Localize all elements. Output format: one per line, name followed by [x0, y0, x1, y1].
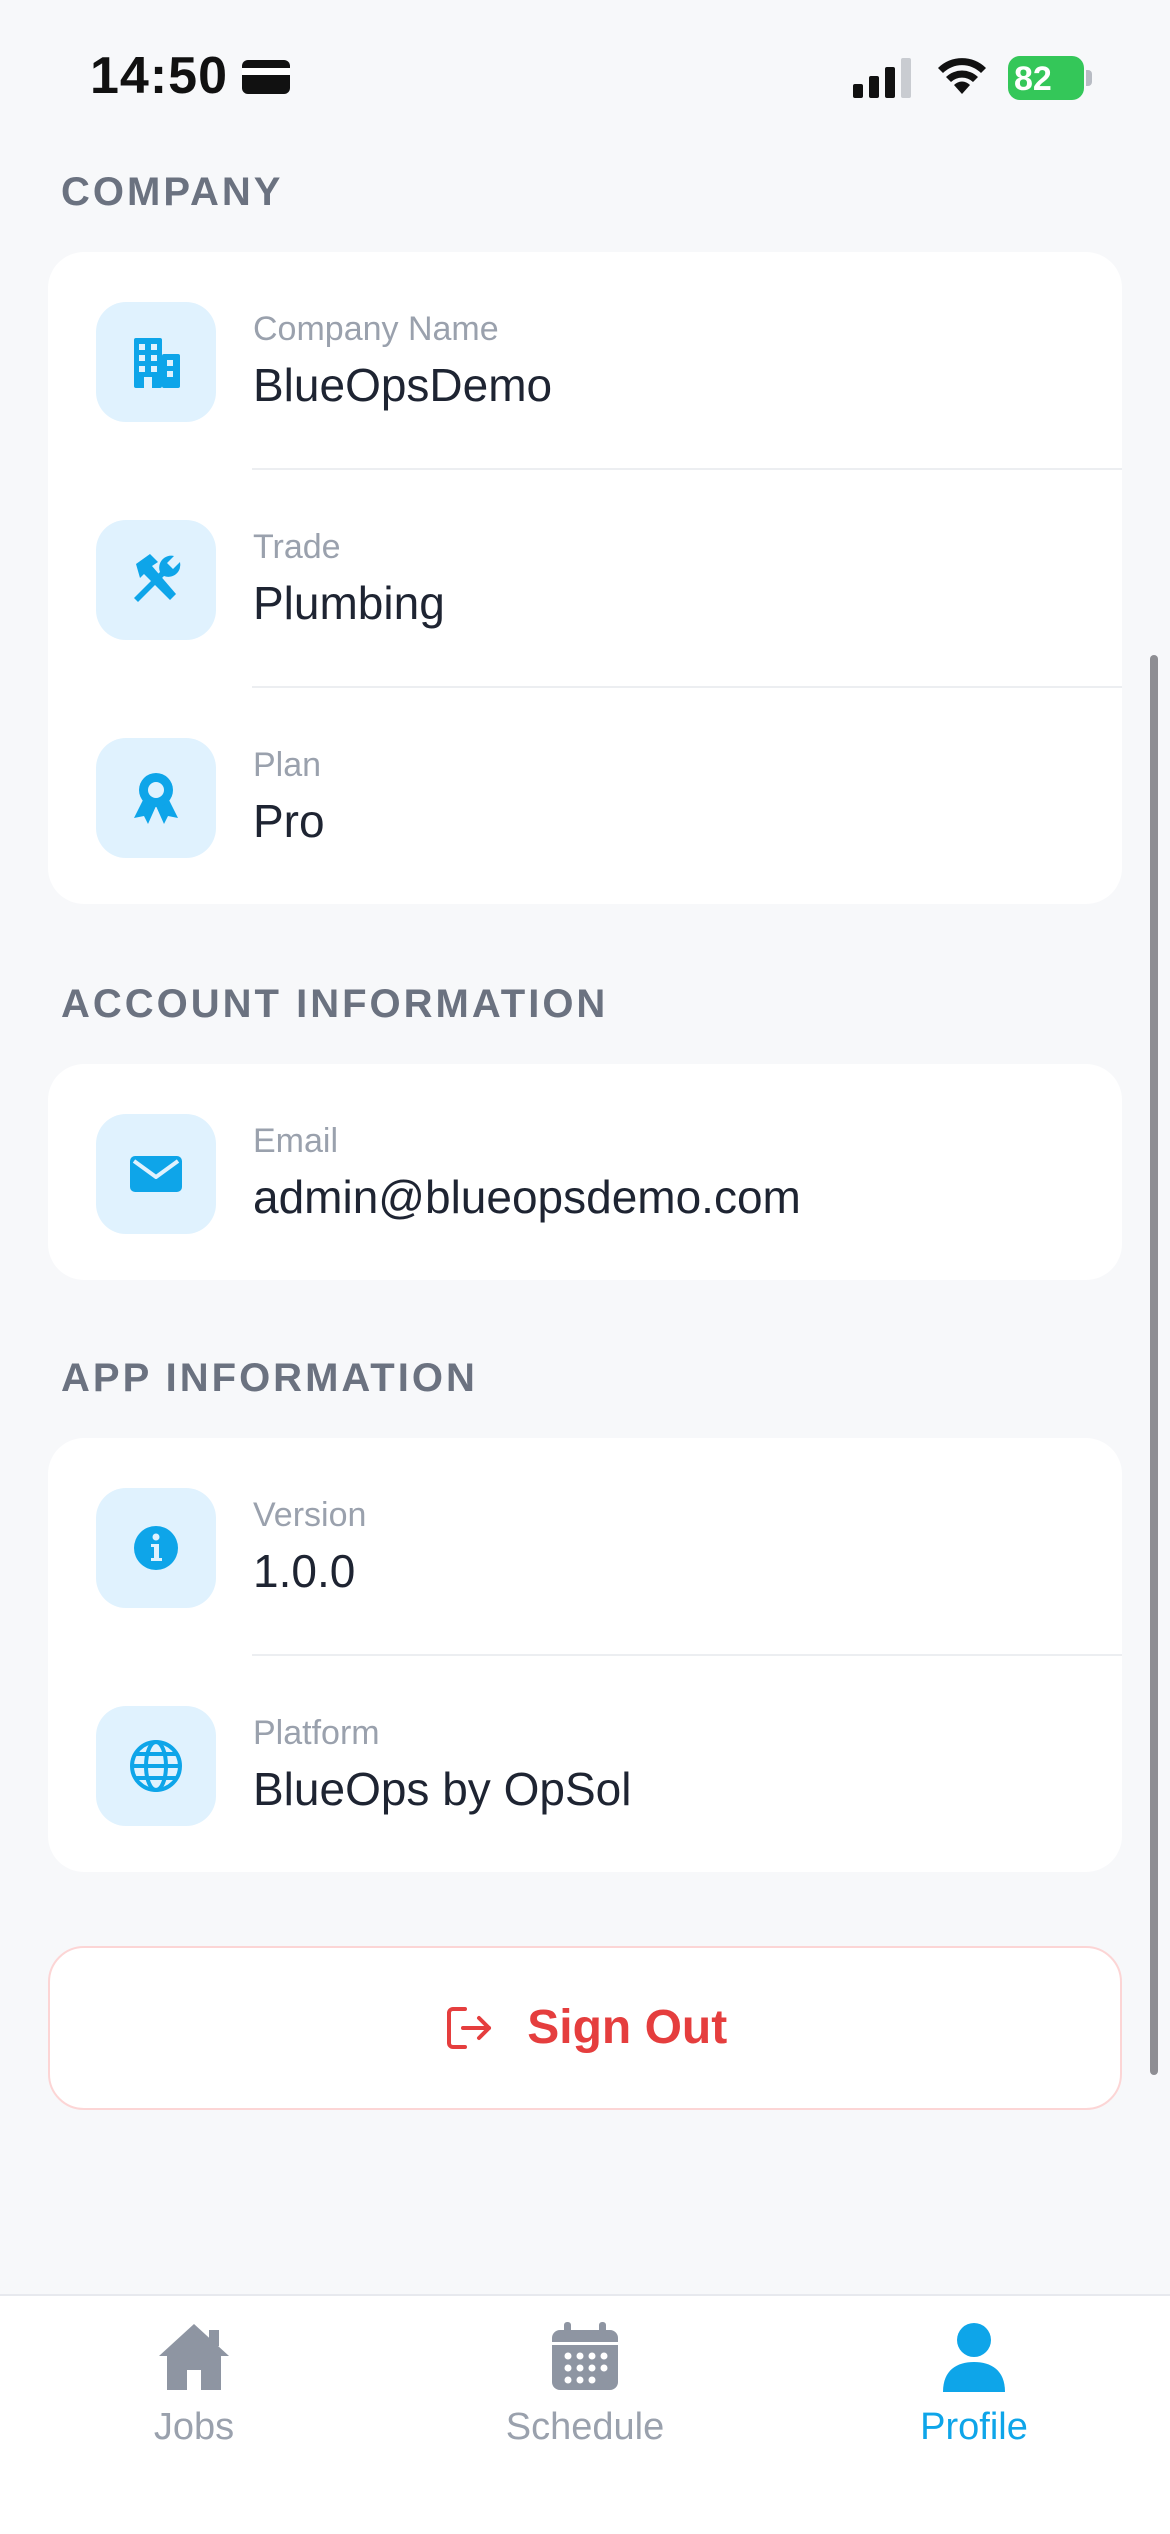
row-label: Company Name	[253, 310, 499, 348]
battery-icon: 82	[1008, 56, 1092, 100]
tools-icon	[96, 520, 216, 640]
row-label: Plan	[253, 746, 322, 784]
sign-out-label: Sign Out	[527, 2001, 728, 2054]
platform-row: Platform BlueOps by OpSol	[48, 1656, 1122, 1874]
row-value: admin@blueopsdemo.com	[253, 1171, 801, 1223]
section-title-company: COMPANY	[61, 170, 284, 214]
cellular-signal-icon	[853, 58, 911, 98]
status-time: 14:50	[90, 47, 228, 105]
section-title-account: ACCOUNT INFORMATION	[61, 982, 609, 1026]
version-row: Version 1.0.0	[48, 1438, 1122, 1656]
scrollbar[interactable]	[1150, 655, 1158, 2075]
row-value: 1.0.0	[253, 1545, 356, 1597]
company-card: Company Name BlueOpsDemo Trade Plumbing	[48, 252, 1122, 904]
app-card: Version 1.0.0 Platform BlueOps by OpSol	[48, 1438, 1122, 1872]
row-label: Trade	[253, 528, 341, 566]
logout-icon	[446, 2006, 491, 2049]
wallet-card-icon	[242, 60, 290, 94]
calendar-icon	[552, 2322, 618, 2390]
section-title-app: APP INFORMATION	[61, 1356, 478, 1400]
row-label: Email	[253, 1122, 339, 1160]
sign-out-button[interactable]: Sign Out	[48, 1946, 1122, 2110]
tab-label: Jobs	[153, 2406, 235, 2448]
status-bar: 14:50 82	[0, 0, 1170, 150]
battery-level: 82	[1014, 60, 1052, 98]
mail-icon	[96, 1114, 216, 1234]
email-row: Email admin@blueopsdemo.com	[48, 1064, 1122, 1282]
row-value: Pro	[253, 795, 325, 847]
row-label: Version	[253, 1496, 367, 1534]
person-icon	[943, 2323, 1005, 2392]
tab-jobs[interactable]: Jobs	[74, 2320, 314, 2470]
info-icon	[96, 1488, 216, 1608]
tab-label: Profile	[920, 2406, 1028, 2448]
building-icon	[96, 302, 216, 422]
tab-schedule[interactable]: Schedule	[465, 2320, 705, 2470]
home-icon	[159, 2324, 229, 2390]
row-value: BlueOps by OpSol	[253, 1763, 632, 1815]
company-name-row: Company Name BlueOpsDemo	[48, 252, 1122, 470]
account-card: Email admin@blueopsdemo.com	[48, 1064, 1122, 1280]
wifi-icon	[938, 58, 986, 94]
row-label: Platform	[253, 1714, 380, 1752]
plan-row: Plan Pro	[48, 688, 1122, 906]
row-value: BlueOpsDemo	[253, 359, 553, 411]
trade-row: Trade Plumbing	[48, 470, 1122, 688]
row-value: Plumbing	[253, 577, 445, 629]
tab-bar: Jobs Schedule Profile	[0, 2294, 1170, 2534]
tab-label: Schedule	[505, 2406, 665, 2448]
globe-icon	[96, 1706, 216, 1826]
award-icon	[96, 738, 216, 858]
tab-profile[interactable]: Profile	[854, 2320, 1094, 2470]
